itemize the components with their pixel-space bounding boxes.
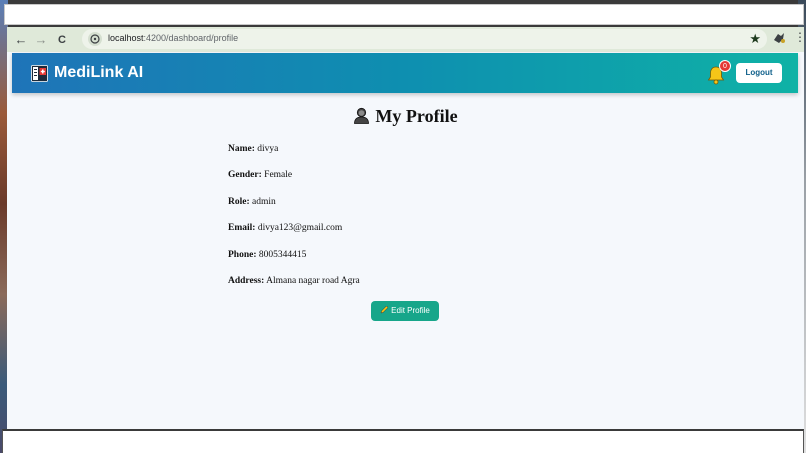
field-label: Address: (228, 276, 265, 286)
url-host: localhost (108, 33, 144, 43)
edit-profile-button[interactable]: Edit Profile (371, 301, 439, 321)
forward-icon[interactable]: → (32, 31, 50, 49)
pencil-icon (380, 305, 389, 314)
field-value: Female (264, 170, 293, 180)
browser-menu-icon[interactable]: ⋮ (794, 30, 806, 44)
app-header: MediLink AI 0 Logout (12, 53, 798, 93)
field-value: 8005344415 (258, 250, 307, 260)
page-title-text: My Profile (375, 106, 458, 126)
field-value: admin (252, 197, 276, 207)
profile-field-phone: Phone: 8005344415 (228, 250, 306, 260)
url-text[interactable]: localhost:4200/dashboard/profile (108, 33, 238, 43)
page-title: My Profile (7, 106, 804, 129)
user-avatar-icon (353, 107, 370, 129)
profile-field-name: Name: divya (228, 144, 278, 154)
field-label: Phone: (228, 250, 257, 260)
browser-window: ← → C localhost:4200/dashboard/profile ★… (7, 27, 806, 429)
page-viewport: MediLink AI 0 Logout My Profile Name: di… (7, 52, 804, 429)
profile-field-address: Address: Almana nagar road Agra (228, 276, 360, 286)
browser-toolbar: ← → C localhost:4200/dashboard/profile ★… (7, 27, 806, 52)
profile-field-role: Role: admin (228, 197, 276, 207)
field-value: divya (257, 144, 279, 154)
field-value: Almana nagar road Agra (266, 276, 360, 286)
logout-button[interactable]: Logout (736, 63, 782, 83)
brand-title[interactable]: MediLink AI (54, 64, 143, 82)
medilink-logo-icon (31, 65, 48, 82)
edit-profile-label: Edit Profile (391, 306, 430, 315)
bottom-window-strip (2, 429, 804, 453)
field-label: Role: (228, 197, 250, 207)
field-label: Gender: (228, 170, 262, 180)
notification-count-badge: 0 (719, 60, 731, 72)
profile-field-gender: Gender: Female (228, 170, 292, 180)
back-icon[interactable]: ← (12, 31, 30, 49)
field-value: divya123@gmail.com (257, 223, 343, 233)
reload-icon[interactable]: C (53, 31, 71, 49)
field-label: Email: (228, 223, 256, 233)
url-path: :4200/dashboard/profile (143, 33, 239, 43)
address-bar[interactable]: localhost:4200/dashboard/profile ★ (82, 29, 767, 49)
field-label: Name: (228, 144, 255, 154)
profile-field-email: Email: divya123@gmail.com (228, 223, 342, 233)
bookmark-star-icon[interactable]: ★ (749, 31, 761, 47)
top-window-strip (4, 4, 804, 25)
site-info-icon[interactable] (88, 32, 102, 46)
extension-icon[interactable] (772, 31, 786, 48)
